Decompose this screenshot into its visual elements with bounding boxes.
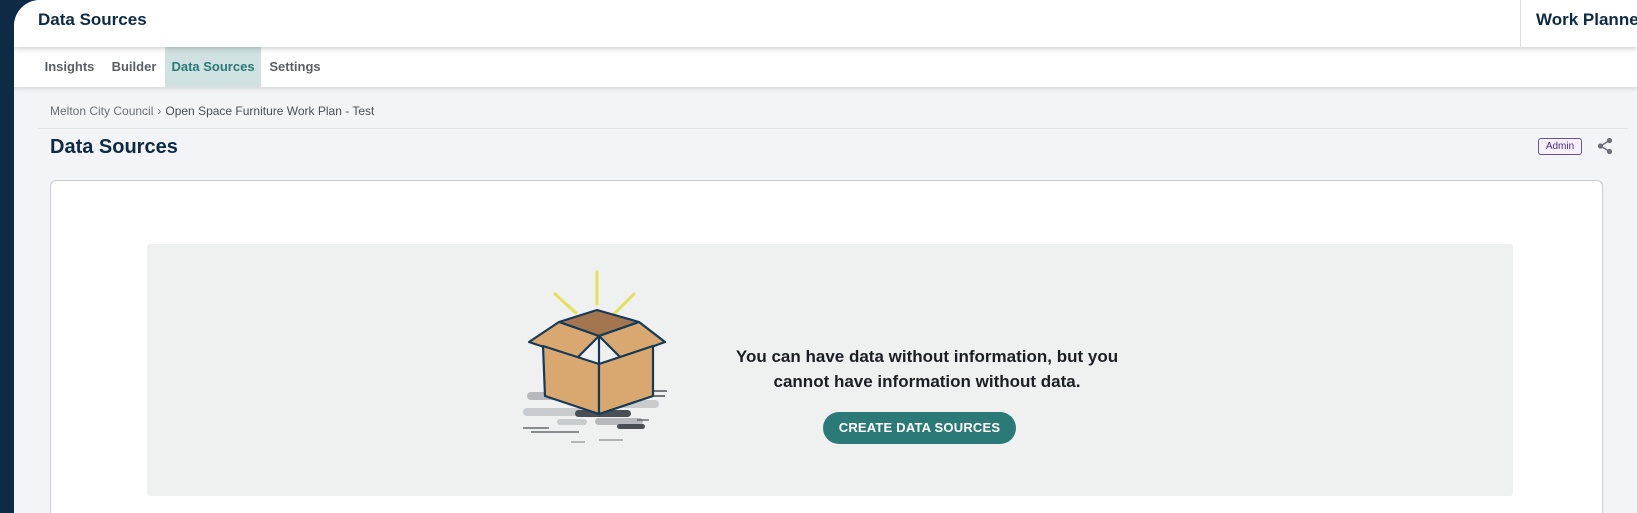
admin-badge: Admin — [1538, 138, 1582, 155]
top-header: Data Sources Work Planner — [14, 0, 1637, 47]
empty-state-message: You can have data without information, b… — [735, 347, 1119, 391]
breadcrumb-current: Open Space Furniture Work Plan - Test — [165, 104, 375, 118]
tab-insights[interactable]: Insights — [36, 47, 103, 87]
create-data-sources-button[interactable]: CREATE DATA SOURCES — [823, 412, 1016, 444]
tab-data-sources[interactable]: Data Sources — [165, 47, 261, 87]
breadcrumb-parent-link[interactable]: Melton City Council — [50, 104, 153, 118]
tab-settings[interactable]: Settings — [261, 47, 329, 87]
data-sources-card: You can have data without information, b… — [50, 180, 1603, 513]
breadcrumb: Melton City Council › Open Space Furniture… — [50, 104, 374, 118]
empty-state-panel: You can have data without information, b… — [147, 244, 1513, 496]
open-box-icon — [523, 270, 667, 443]
breadcrumb-divider — [38, 128, 1628, 129]
breadcrumb-separator: › — [157, 104, 162, 118]
tab-builder[interactable]: Builder — [103, 47, 165, 87]
app-shell: Data Sources Work Planner Insights Build… — [14, 0, 1637, 513]
header-divider — [1520, 0, 1521, 47]
product-name[interactable]: Work Planner — [1536, 10, 1637, 30]
share-icon[interactable] — [1596, 137, 1614, 155]
header-title: Data Sources — [38, 10, 147, 29]
tab-bar: Insights Builder Data Sources Settings — [14, 47, 1637, 87]
page-title: Data Sources — [50, 136, 178, 158]
